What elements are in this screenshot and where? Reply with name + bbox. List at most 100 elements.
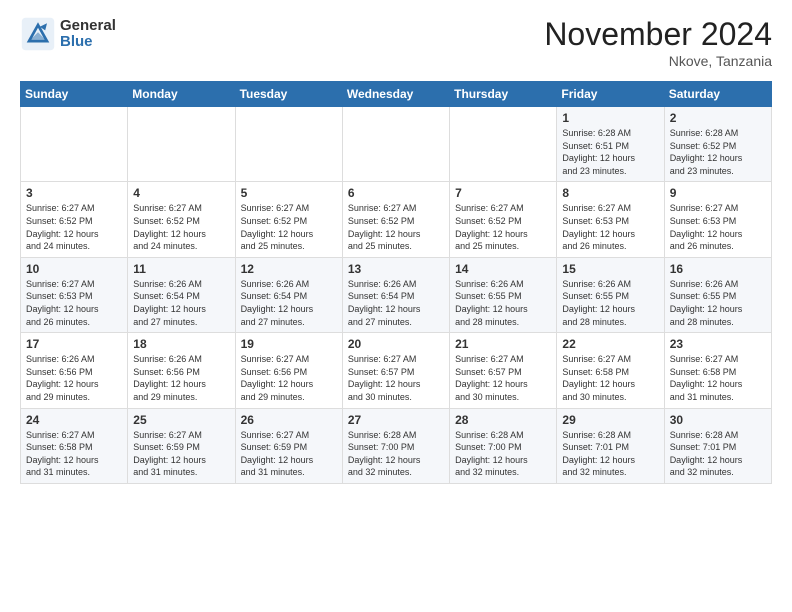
day-info: Sunrise: 6:28 AMSunset: 7:00 PMDaylight:… (348, 429, 444, 479)
day-number: 10 (26, 262, 122, 276)
day-number: 20 (348, 337, 444, 351)
calendar-table: SundayMondayTuesdayWednesdayThursdayFrid… (20, 81, 772, 484)
calendar-cell-2-2: 4 Sunrise: 6:27 AMSunset: 6:52 PMDaylight… (128, 182, 235, 257)
day-number: 22 (562, 337, 658, 351)
calendar-week-2: 3 Sunrise: 6:27 AMSunset: 6:52 PMDaylight… (21, 182, 772, 257)
day-number: 15 (562, 262, 658, 276)
calendar-cell-2-6: 8Sunrise: 6:27 AMSunset: 6:53 PMDaylight… (557, 182, 664, 257)
day-number: 9 (670, 186, 766, 200)
calendar-week-4: 17Sunrise: 6:26 AMSunset: 6:56 PMDayligh… (21, 333, 772, 408)
weekday-header-saturday: Saturday (664, 82, 771, 107)
day-info: Sunrise: 6:27 AMSunset: 6:52 PMDaylight:… (455, 202, 551, 252)
title-block: November 2024 Nkove, Tanzania (544, 16, 772, 69)
calendar-cell-5-7: 30 Sunrise: 6:28 AMSunset: 7:01 PMDayligh… (664, 408, 771, 483)
page: General Blue November 2024 Nkove, Tanzan… (0, 0, 792, 500)
calendar-cell-1-2 (128, 107, 235, 182)
day-number: 12 (241, 262, 337, 276)
calendar-cell-5-3: 26 Sunrise: 6:27 AMSunset: 6:59 PMDayligh… (235, 408, 342, 483)
weekday-header-row: SundayMondayTuesdayWednesdayThursdayFrid… (21, 82, 772, 107)
day-number: 30 (670, 413, 766, 427)
month-title: November 2024 (544, 16, 772, 53)
calendar-cell-4-6: 22 Sunrise: 6:27 AMSunset: 6:58 PMDayligh… (557, 333, 664, 408)
logo: General Blue (20, 16, 116, 52)
calendar-cell-1-7: 2 Sunrise: 6:28 AMSunset: 6:52 PMDaylight… (664, 107, 771, 182)
calendar-cell-3-3: 12 Sunrise: 6:26 AMSunset: 6:54 PMDayligh… (235, 257, 342, 332)
day-number: 4 (133, 186, 229, 200)
calendar-week-1: 1Sunrise: 6:28 AMSunset: 6:51 PMDaylight… (21, 107, 772, 182)
calendar-week-5: 24 Sunrise: 6:27 AMSunset: 6:58 PMDayligh… (21, 408, 772, 483)
calendar-cell-1-5 (450, 107, 557, 182)
day-number: 25 (133, 413, 229, 427)
logo-blue-text: Blue (60, 34, 116, 51)
calendar-cell-1-3 (235, 107, 342, 182)
day-info: Sunrise: 6:26 AMSunset: 6:55 PMDaylight:… (455, 278, 551, 328)
calendar-cell-4-4: 20Sunrise: 6:27 AMSunset: 6:57 PMDayligh… (342, 333, 449, 408)
day-info: Sunrise: 6:28 AMSunset: 7:01 PMDaylight:… (562, 429, 658, 479)
day-number: 2 (670, 111, 766, 125)
day-info: Sunrise: 6:27 AMSunset: 6:53 PMDaylight:… (670, 202, 766, 252)
day-number: 21 (455, 337, 551, 351)
calendar-cell-2-7: 9 Sunrise: 6:27 AMSunset: 6:53 PMDaylight… (664, 182, 771, 257)
calendar-cell-2-1: 3 Sunrise: 6:27 AMSunset: 6:52 PMDaylight… (21, 182, 128, 257)
day-info: Sunrise: 6:27 AMSunset: 6:52 PMDaylight:… (348, 202, 444, 252)
day-info: Sunrise: 6:26 AMSunset: 6:56 PMDaylight:… (133, 353, 229, 403)
day-info: Sunrise: 6:27 AMSunset: 6:52 PMDaylight:… (26, 202, 122, 252)
day-info: Sunrise: 6:27 AMSunset: 6:56 PMDaylight:… (241, 353, 337, 403)
day-info: Sunrise: 6:26 AMSunset: 6:54 PMDaylight:… (348, 278, 444, 328)
day-info: Sunrise: 6:26 AMSunset: 6:55 PMDaylight:… (562, 278, 658, 328)
day-info: Sunrise: 6:28 AMSunset: 6:52 PMDaylight:… (670, 127, 766, 177)
day-info: Sunrise: 6:28 AMSunset: 7:01 PMDaylight:… (670, 429, 766, 479)
calendar-cell-4-5: 21 Sunrise: 6:27 AMSunset: 6:57 PMDayligh… (450, 333, 557, 408)
day-number: 26 (241, 413, 337, 427)
calendar-week-3: 10Sunrise: 6:27 AMSunset: 6:53 PMDayligh… (21, 257, 772, 332)
day-number: 11 (133, 262, 229, 276)
weekday-header-sunday: Sunday (21, 82, 128, 107)
calendar-cell-1-1 (21, 107, 128, 182)
weekday-header-wednesday: Wednesday (342, 82, 449, 107)
header: General Blue November 2024 Nkove, Tanzan… (20, 16, 772, 69)
day-number: 18 (133, 337, 229, 351)
calendar-cell-5-4: 27 Sunrise: 6:28 AMSunset: 7:00 PMDayligh… (342, 408, 449, 483)
day-number: 6 (348, 186, 444, 200)
day-info: Sunrise: 6:27 AMSunset: 6:57 PMDaylight:… (455, 353, 551, 403)
day-info: Sunrise: 6:26 AMSunset: 6:54 PMDaylight:… (133, 278, 229, 328)
day-info: Sunrise: 6:27 AMSunset: 6:59 PMDaylight:… (241, 429, 337, 479)
day-info: Sunrise: 6:27 AMSunset: 6:59 PMDaylight:… (133, 429, 229, 479)
day-number: 29 (562, 413, 658, 427)
weekday-header-thursday: Thursday (450, 82, 557, 107)
calendar-cell-2-4: 6 Sunrise: 6:27 AMSunset: 6:52 PMDaylight… (342, 182, 449, 257)
calendar-cell-3-5: 14 Sunrise: 6:26 AMSunset: 6:55 PMDayligh… (450, 257, 557, 332)
calendar-cell-3-2: 11 Sunrise: 6:26 AMSunset: 6:54 PMDayligh… (128, 257, 235, 332)
calendar-cell-1-6: 1Sunrise: 6:28 AMSunset: 6:51 PMDaylight… (557, 107, 664, 182)
day-info: Sunrise: 6:27 AMSunset: 6:52 PMDaylight:… (241, 202, 337, 252)
day-number: 13 (348, 262, 444, 276)
logo-icon (20, 16, 56, 52)
day-number: 27 (348, 413, 444, 427)
logo-text: General Blue (60, 18, 116, 51)
day-number: 19 (241, 337, 337, 351)
weekday-header-monday: Monday (128, 82, 235, 107)
day-info: Sunrise: 6:27 AMSunset: 6:58 PMDaylight:… (670, 353, 766, 403)
location: Nkove, Tanzania (544, 53, 772, 69)
calendar-cell-3-7: 16Sunrise: 6:26 AMSunset: 6:55 PMDayligh… (664, 257, 771, 332)
day-number: 16 (670, 262, 766, 276)
calendar-cell-3-6: 15 Sunrise: 6:26 AMSunset: 6:55 PMDayligh… (557, 257, 664, 332)
calendar-cell-2-5: 7Sunrise: 6:27 AMSunset: 6:52 PMDaylight… (450, 182, 557, 257)
calendar-cell-2-3: 5 Sunrise: 6:27 AMSunset: 6:52 PMDaylight… (235, 182, 342, 257)
day-info: Sunrise: 6:26 AMSunset: 6:54 PMDaylight:… (241, 278, 337, 328)
weekday-header-friday: Friday (557, 82, 664, 107)
day-number: 28 (455, 413, 551, 427)
day-number: 14 (455, 262, 551, 276)
day-info: Sunrise: 6:27 AMSunset: 6:58 PMDaylight:… (26, 429, 122, 479)
day-info: Sunrise: 6:27 AMSunset: 6:52 PMDaylight:… (133, 202, 229, 252)
day-info: Sunrise: 6:27 AMSunset: 6:58 PMDaylight:… (562, 353, 658, 403)
calendar-cell-5-1: 24 Sunrise: 6:27 AMSunset: 6:58 PMDayligh… (21, 408, 128, 483)
calendar-cell-4-1: 17Sunrise: 6:26 AMSunset: 6:56 PMDayligh… (21, 333, 128, 408)
day-number: 24 (26, 413, 122, 427)
day-number: 5 (241, 186, 337, 200)
calendar-cell-4-2: 18 Sunrise: 6:26 AMSunset: 6:56 PMDayligh… (128, 333, 235, 408)
day-number: 8 (562, 186, 658, 200)
day-number: 3 (26, 186, 122, 200)
calendar-cell-4-3: 19 Sunrise: 6:27 AMSunset: 6:56 PMDayligh… (235, 333, 342, 408)
day-info: Sunrise: 6:28 AMSunset: 6:51 PMDaylight:… (562, 127, 658, 177)
